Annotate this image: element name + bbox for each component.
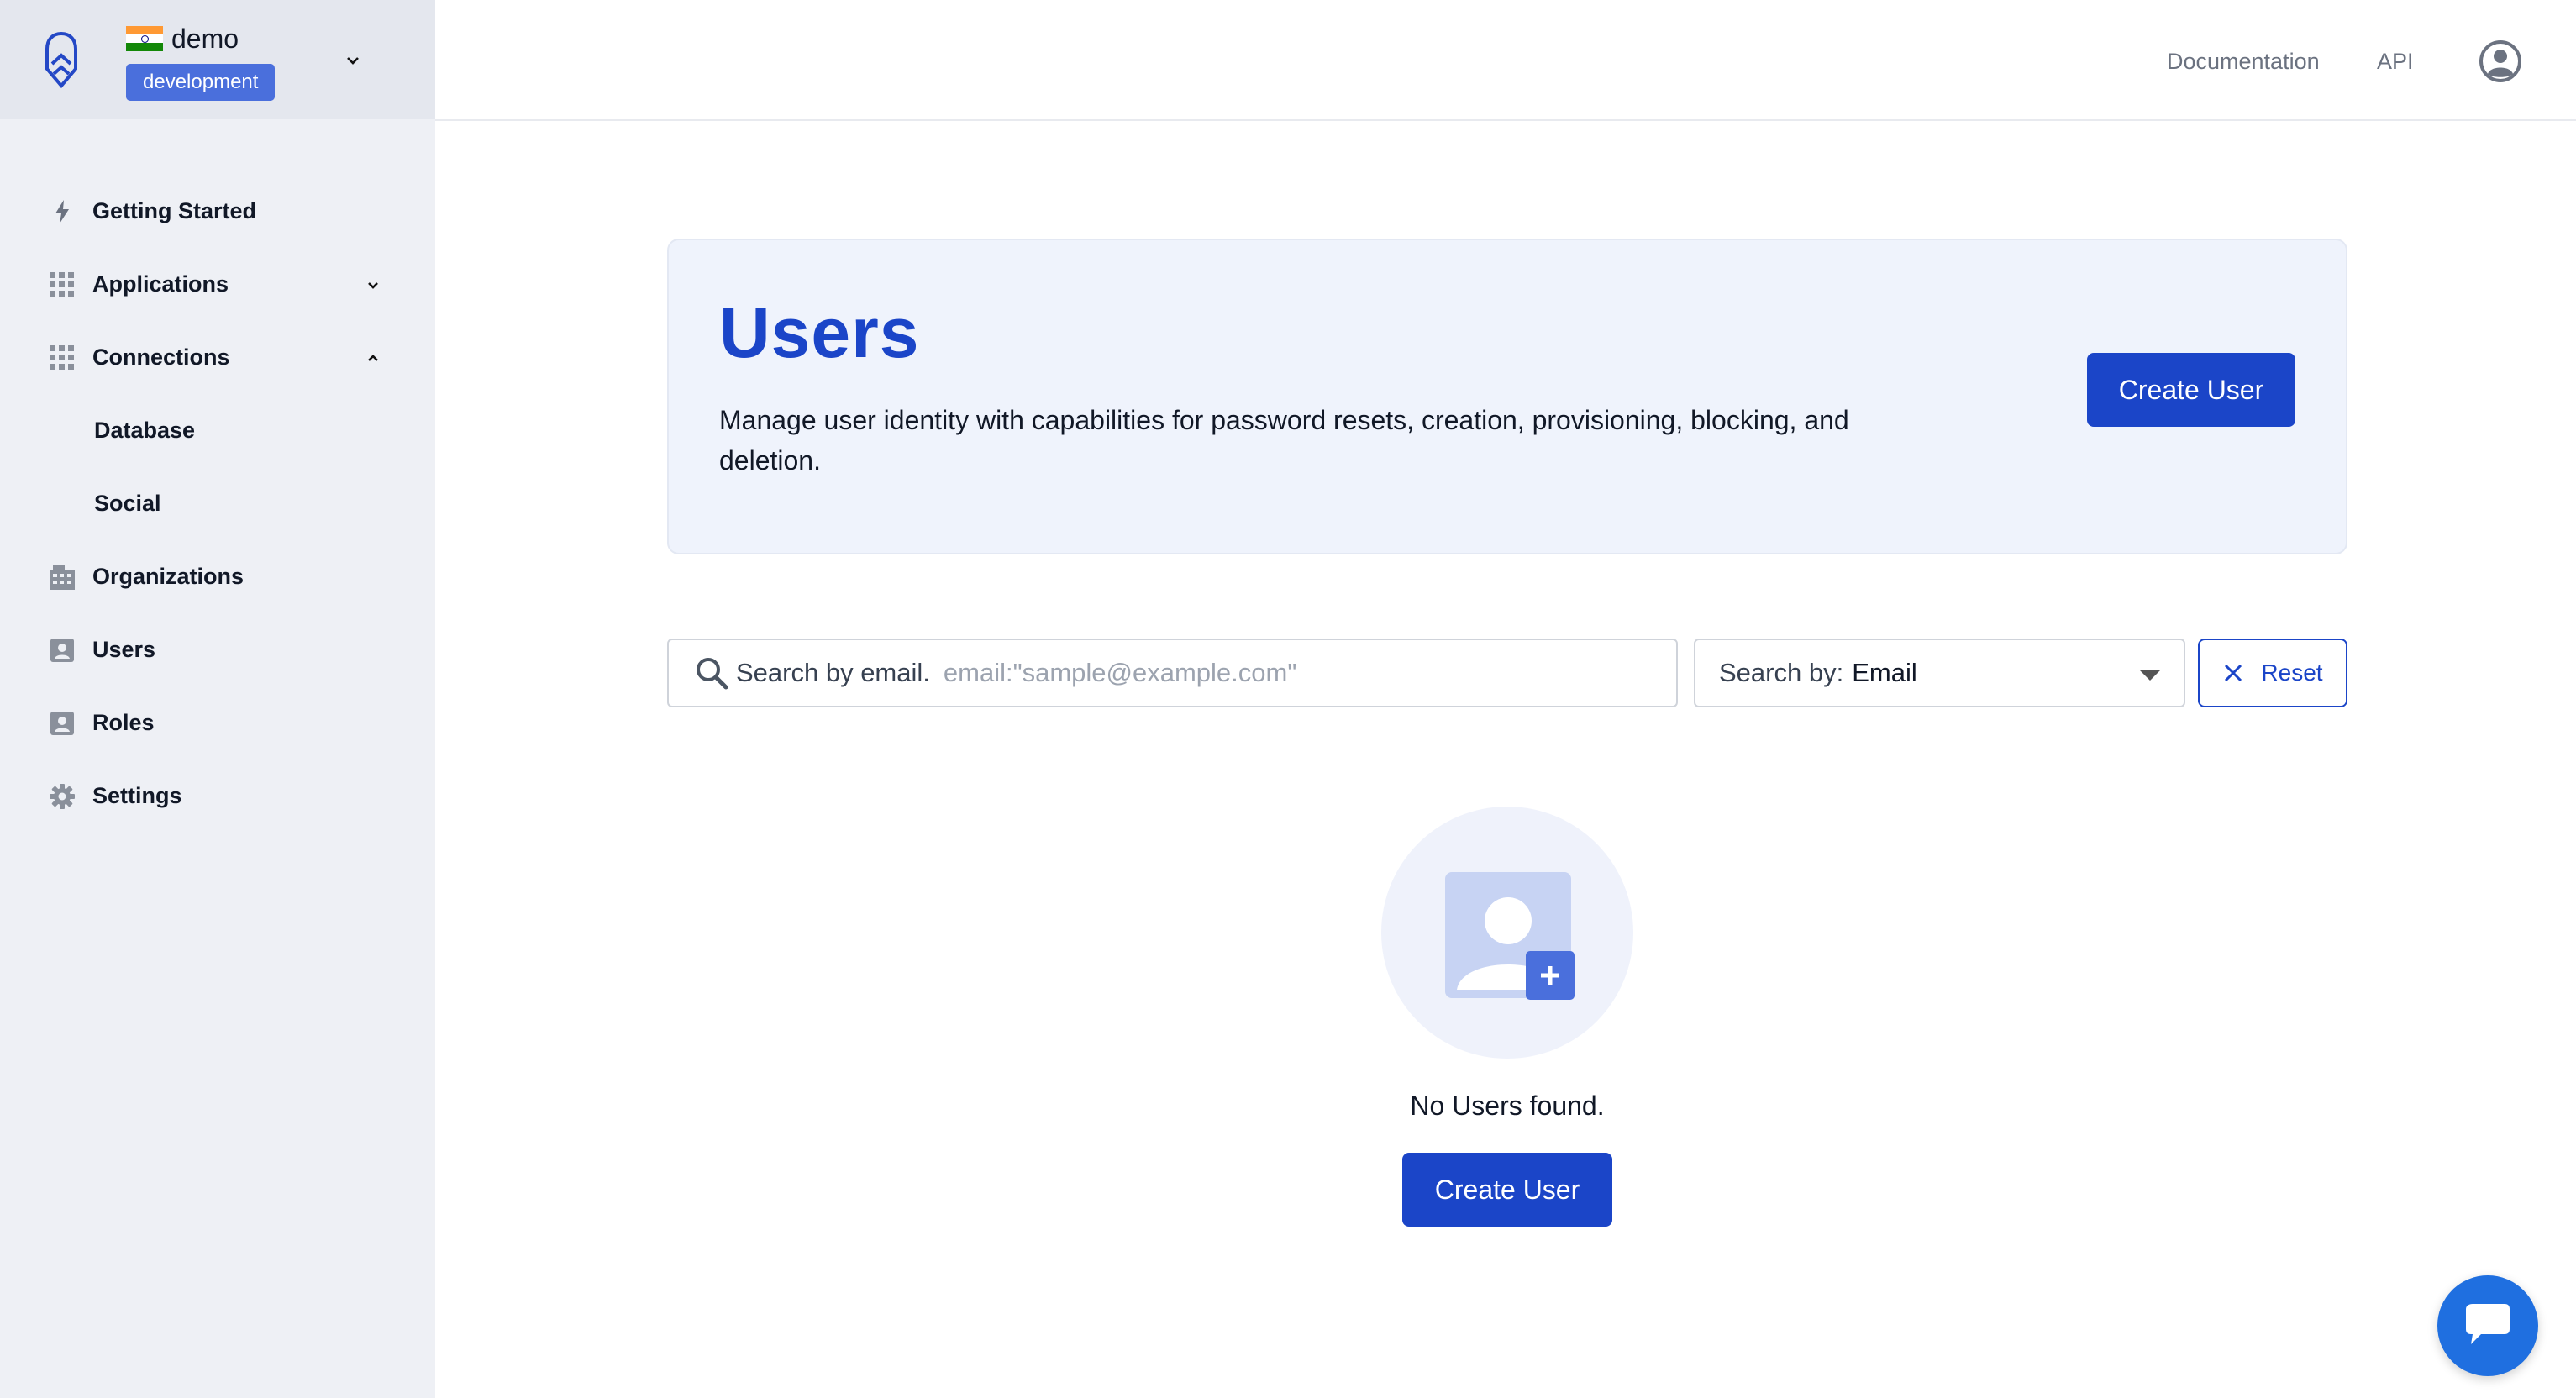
grid-icon: [49, 344, 76, 371]
search-by-prefix: Search by:: [1719, 658, 1844, 687]
user-card-icon: [49, 710, 76, 737]
close-icon: [2225, 664, 2242, 682]
environment-badge: development: [126, 64, 276, 101]
sidebar-item-label: Database: [94, 418, 196, 443]
search-box[interactable]: Search by email.: [667, 639, 1678, 707]
india-flag-icon: [126, 26, 163, 51]
gear-icon: [49, 783, 76, 810]
empty-state-illustration: [1381, 807, 1633, 1059]
sidebar-item-label: Getting Started: [92, 198, 257, 223]
sidebar-item-users[interactable]: Users: [0, 613, 435, 686]
tenant-name-row: demo: [126, 24, 239, 54]
sidebar-item-label: Social: [94, 491, 161, 516]
sidebar-item-label: Organizations: [92, 564, 244, 589]
app-root: demo development Getting Started Applica…: [0, 0, 2576, 1398]
search-label: Search by email.: [736, 658, 930, 687]
create-user-button[interactable]: Create User: [1402, 1153, 1612, 1227]
sidebar-item-organizations[interactable]: Organizations: [0, 540, 435, 613]
sidebar-item-social[interactable]: Social: [0, 467, 435, 540]
search-input[interactable]: [943, 658, 1676, 688]
sidebar-item-label: Roles: [92, 710, 155, 735]
sidebar-item-applications[interactable]: Applications: [0, 248, 435, 321]
search-by-value: Email: [1852, 658, 1917, 687]
grid-icon: [49, 271, 76, 298]
create-user-button[interactable]: Create User: [2087, 353, 2295, 427]
chevron-up-icon[interactable]: [363, 348, 383, 368]
search-icon: [697, 658, 728, 690]
sidebar-item-label: Connections: [92, 344, 230, 370]
add-user-icon: [1445, 872, 1575, 1000]
documentation-link[interactable]: Documentation: [2167, 49, 2320, 75]
page-header-card: Users Manage user identity with capabili…: [667, 239, 2347, 554]
page-title: Users: [719, 293, 920, 372]
sidebar-item-roles[interactable]: Roles: [0, 686, 435, 759]
sidebar-item-settings[interactable]: Settings: [0, 759, 435, 833]
reset-button[interactable]: Reset: [2198, 639, 2347, 707]
user-card-icon: [49, 637, 76, 664]
caret-down-icon: [2140, 670, 2160, 681]
building-icon: [49, 564, 76, 591]
chat-bubble-icon: [2466, 1304, 2510, 1344]
tenant-switcher[interactable]: demo development: [0, 0, 435, 119]
sidebar-nav: Getting Started Applications Connections…: [0, 175, 435, 833]
sidebar-item-getting-started[interactable]: Getting Started: [0, 175, 435, 248]
sidebar-item-label: Users: [92, 637, 156, 662]
chevron-down-icon[interactable]: [363, 275, 383, 295]
user-avatar-icon[interactable]: [2479, 40, 2521, 82]
api-link[interactable]: API: [2377, 49, 2414, 75]
reset-label: Reset: [2261, 660, 2323, 686]
chevron-down-icon[interactable]: [343, 50, 363, 71]
sidebar-item-database[interactable]: Database: [0, 394, 435, 467]
page-description: Manage user identity with capabilities f…: [719, 405, 1849, 476]
sidebar-item-connections[interactable]: Connections: [0, 321, 435, 394]
logo-icon: [45, 31, 77, 89]
sidebar-item-label: Applications: [92, 271, 229, 297]
tenant-name: demo: [171, 23, 239, 54]
chat-button[interactable]: [2437, 1275, 2538, 1376]
sidebar: demo development Getting Started Applica…: [0, 0, 435, 1398]
empty-state-message: No Users found.: [1410, 1091, 1605, 1121]
search-by-select[interactable]: Search by: Email: [1694, 639, 2185, 707]
sidebar-item-label: Settings: [92, 783, 182, 808]
bolt-icon: [49, 198, 76, 225]
